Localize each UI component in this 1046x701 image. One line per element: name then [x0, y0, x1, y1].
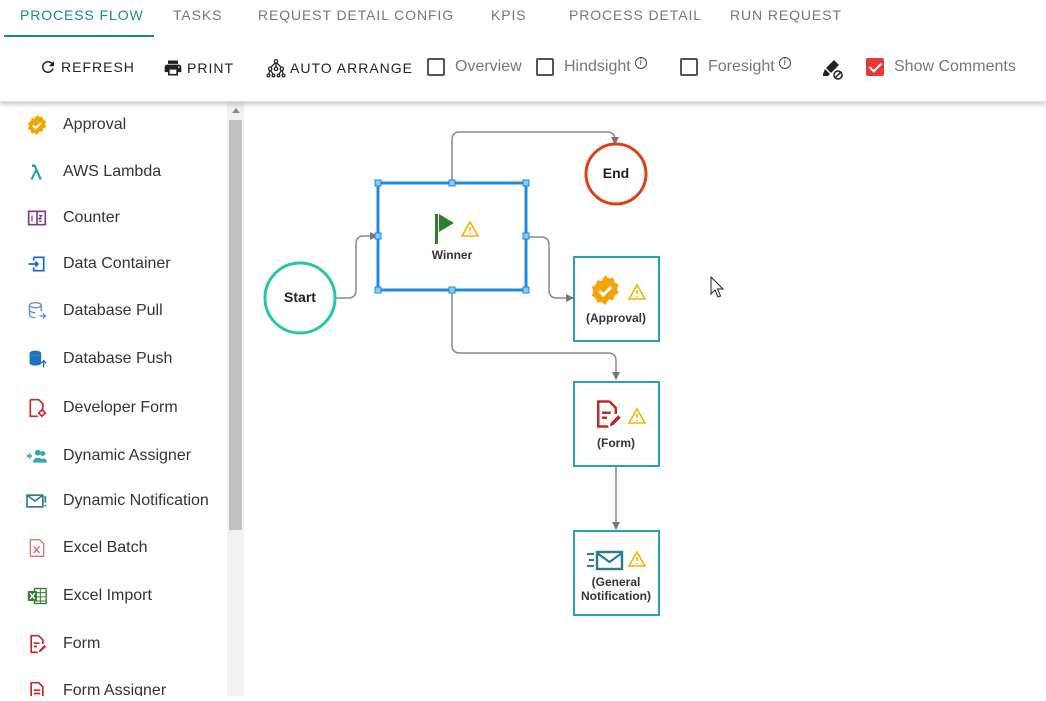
general-notification-label-line2: Notification): [581, 589, 651, 603]
sidebar-item-label: Form Assigner: [63, 682, 167, 696]
form-node-label: (Form): [597, 436, 635, 450]
overview-checkbox-box[interactable]: [427, 58, 445, 76]
process-flow-canvas[interactable]: Start End Winner (Approval) (Form) (Gene…: [244, 102, 1046, 696]
foresight-checkbox[interactable]: Foresight i: [680, 57, 791, 76]
toolbar: REFRESH PRINT AUTO ARRANGE Overview Hind…: [0, 38, 1046, 102]
data-container-icon: [24, 251, 50, 277]
sidebar-item-form[interactable]: Form: [24, 631, 100, 657]
node-palette-sidebar: Approval AWS Lambda Counter Data Contain…: [4, 102, 244, 696]
end-node-label: End: [603, 165, 629, 181]
winner-node[interactable]: Winner: [374, 179, 530, 294]
sidebar-item-label: Database Push: [63, 350, 173, 367]
sidebar-scrollbar[interactable]: [227, 102, 244, 696]
sidebar-item-database-push[interactable]: Database Push: [24, 346, 172, 372]
approval-badge-icon: [24, 112, 50, 138]
excel-batch-icon: [24, 535, 50, 561]
sidebar-item-excel-import[interactable]: Excel Import: [24, 583, 152, 609]
end-node[interactable]: End: [584, 142, 648, 206]
clear-highlight-button[interactable]: [820, 57, 848, 81]
show-comments-checkbox-box[interactable]: [866, 58, 884, 76]
developer-form-icon: [24, 395, 50, 421]
tab-process-detail[interactable]: PROCESS DETAIL: [569, 0, 702, 38]
foresight-info-icon[interactable]: i: [778, 57, 791, 69]
sidebar-item-label: Excel Import: [63, 587, 152, 604]
tab-request-detail-config[interactable]: REQUEST DETAIL CONFIG: [258, 0, 454, 38]
sidebar-item-aws-lambda[interactable]: AWS Lambda: [24, 159, 161, 185]
sidebar-item-label: Counter: [63, 209, 120, 226]
database-pull-icon: [24, 298, 50, 324]
foresight-label: Foresight: [708, 58, 775, 75]
start-node-label: Start: [284, 289, 316, 305]
sidebar-item-label: Dynamic Notification: [63, 492, 209, 509]
counter-icon: [24, 205, 50, 231]
active-tab-indicator: [4, 35, 154, 37]
hindsight-label: Hindsight: [564, 58, 631, 75]
sidebar-item-data-container[interactable]: Data Container: [24, 251, 171, 277]
sidebar-item-dynamic-assigner[interactable]: Dynamic Assigner: [24, 443, 191, 469]
tab-tasks[interactable]: TASKS: [173, 0, 222, 38]
start-node[interactable]: Start: [263, 261, 337, 335]
scrollbar-thumb[interactable]: [229, 120, 242, 530]
tab-process-flow[interactable]: PROCESS FLOW: [20, 0, 144, 38]
sidebar-item-label: Data Container: [63, 255, 171, 272]
sidebar-item-dynamic-notification[interactable]: Dynamic Notification: [24, 488, 209, 514]
tab-bar: PROCESS FLOW TASKS REQUEST DETAIL CONFIG…: [0, 0, 1046, 38]
printer-icon: [164, 60, 182, 76]
highlighter-off-icon: [823, 60, 843, 80]
show-comments-checkbox[interactable]: Show Comments: [866, 58, 1016, 76]
connector-start-to-winner[interactable]: [336, 232, 378, 299]
hindsight-info-icon[interactable]: i: [634, 57, 647, 69]
sidebar-item-label: Database Pull: [63, 302, 163, 319]
sidebar-item-excel-batch[interactable]: Excel Batch: [24, 535, 147, 561]
approval-node[interactable]: (Approval): [573, 256, 660, 342]
sidebar-item-label: Approval: [63, 116, 127, 133]
foresight-checkbox-box[interactable]: [680, 58, 698, 76]
auto-arrange-button[interactable]: AUTO ARRANGE: [266, 58, 413, 78]
scroll-up-arrow-icon[interactable]: [227, 102, 244, 118]
form-assigner-icon: [24, 678, 50, 696]
sidebar-item-form-assigner[interactable]: Form Assigner: [24, 678, 166, 696]
connector-winner-to-approval[interactable]: [525, 236, 574, 302]
hindsight-checkbox-box[interactable]: [536, 58, 554, 76]
sidebar-item-label: Dynamic Assigner: [63, 447, 192, 464]
winner-node-label: Winner: [432, 248, 473, 262]
overview-label: Overview: [455, 58, 522, 75]
flow-diagram: Start End Winner (Approval) (Form) (Gene…: [263, 131, 725, 616]
refresh-icon: [41, 60, 54, 73]
auto-arrange-icon: [266, 59, 286, 78]
mouse-cursor-icon: [710, 275, 725, 298]
dynamic-notification-icon: [24, 488, 50, 514]
sidebar-item-developer-form[interactable]: Developer Form: [24, 395, 178, 421]
tab-kpis[interactable]: KPIS: [491, 0, 527, 38]
form-icon: [24, 631, 50, 657]
print-button[interactable]: PRINT: [163, 58, 234, 78]
overview-checkbox[interactable]: Overview: [427, 58, 522, 76]
sidebar-item-approval[interactable]: Approval: [24, 112, 126, 138]
general-notification-node[interactable]: (General Notification): [573, 530, 660, 616]
database-push-icon: [24, 346, 50, 372]
show-comments-label: Show Comments: [894, 58, 1016, 75]
general-notification-label-line1: (General: [592, 575, 641, 589]
lambda-icon: [24, 159, 50, 185]
sidebar-item-database-pull[interactable]: Database Pull: [24, 298, 163, 324]
dynamic-assigner-icon: [24, 443, 50, 469]
sidebar-item-label: AWS Lambda: [63, 163, 162, 180]
sidebar-item-label: Form: [63, 635, 101, 652]
form-node[interactable]: (Form): [573, 381, 660, 467]
excel-import-icon: [24, 583, 50, 609]
refresh-label: REFRESH: [61, 59, 135, 75]
auto-arrange-label: AUTO ARRANGE: [290, 60, 413, 76]
approval-node-label: (Approval): [586, 311, 646, 325]
hindsight-checkbox[interactable]: Hindsight i: [536, 57, 647, 76]
tab-run-request[interactable]: RUN REQUEST: [730, 0, 842, 38]
sidebar-item-label: Developer Form: [63, 399, 178, 416]
print-label: PRINT: [187, 60, 234, 76]
sidebar-item-label: Excel Batch: [63, 539, 148, 556]
refresh-button[interactable]: REFRESH: [39, 58, 135, 76]
sidebar-item-counter[interactable]: Counter: [24, 205, 120, 231]
